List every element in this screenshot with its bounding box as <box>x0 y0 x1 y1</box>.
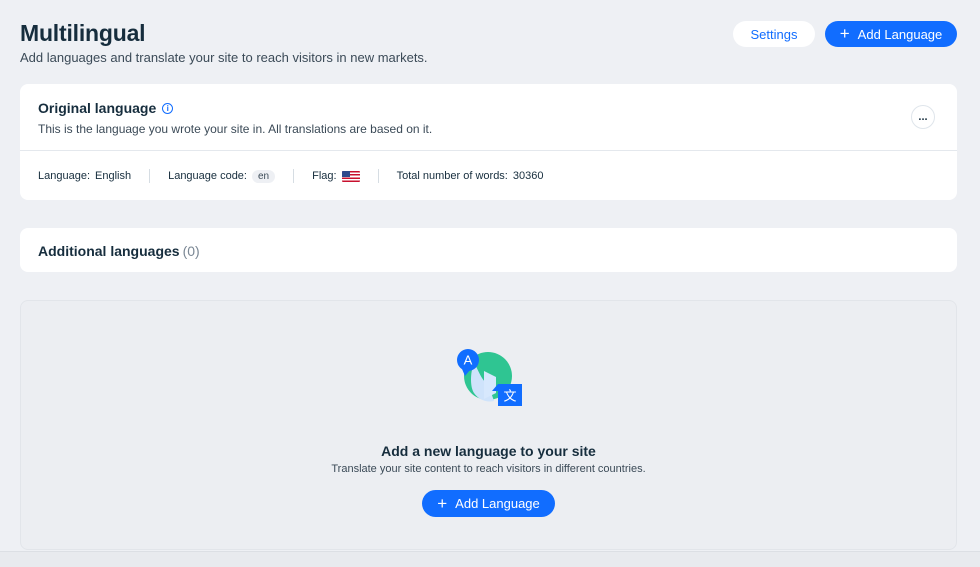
original-language-description: This is the language you wrote your site… <box>38 122 433 136</box>
meta-separator <box>377 169 379 183</box>
empty-state-add-language-button[interactable]: + Add Language <box>422 490 555 517</box>
bottom-scroll-bar <box>0 551 980 567</box>
meta-language: Language: English <box>38 170 131 182</box>
empty-state-title: Add a new language to your site <box>381 443 596 459</box>
add-language-button[interactable]: + Add Language <box>825 21 957 47</box>
meta-code-label: Language code: <box>168 170 247 182</box>
meta-language-value: English <box>95 170 132 182</box>
language-code-badge: en <box>252 169 276 183</box>
page-title: Multilingual <box>20 20 146 46</box>
letter-a-text: A <box>464 353 473 368</box>
page-subtitle: Add languages and translate your site to… <box>20 50 428 65</box>
meta-separator <box>149 169 151 183</box>
meta-total-words: Total number of words: 30360 <box>397 170 544 182</box>
more-icon: ... <box>918 110 928 123</box>
meta-flag: Flag: <box>312 170 360 182</box>
plus-icon: + <box>437 493 448 513</box>
meta-separator <box>293 169 295 183</box>
info-icon[interactable]: i <box>162 102 174 114</box>
original-language-title: Original language <box>38 100 157 116</box>
meta-words-label: Total number of words: <box>396 170 508 182</box>
additional-languages-card: Additional languages (0) <box>20 228 957 272</box>
meta-language-label: Language: <box>38 170 90 182</box>
more-actions-button[interactable]: ... <box>911 105 935 129</box>
original-language-title-row: Original language i <box>38 100 174 116</box>
additional-languages-title: Additional languages (0) <box>38 243 200 259</box>
add-language-button-label: Add Language <box>857 26 943 42</box>
card-divider <box>20 150 957 151</box>
additional-languages-label: Additional languages <box>38 243 180 259</box>
translate-illustration-icon: A 文 <box>457 349 522 406</box>
empty-state-description: Translate your site content to reach vis… <box>331 463 646 475</box>
meta-words-value: 30360 <box>512 170 544 182</box>
plus-icon: + <box>839 24 850 43</box>
settings-button[interactable]: Settings <box>733 21 815 47</box>
letter-wen-text: 文 <box>503 390 516 405</box>
meta-flag-label: Flag: <box>312 170 337 182</box>
empty-state-add-language-label: Add Language <box>455 496 540 511</box>
page: Multilingual Add languages and translate… <box>0 0 980 567</box>
us-flag-icon <box>341 170 360 182</box>
language-meta-row: Language: English Language code: en Flag… <box>38 168 543 184</box>
original-language-card: Original language i This is the language… <box>20 84 957 200</box>
additional-languages-count: (0) <box>182 243 200 259</box>
meta-language-code: Language code: en <box>168 169 276 183</box>
